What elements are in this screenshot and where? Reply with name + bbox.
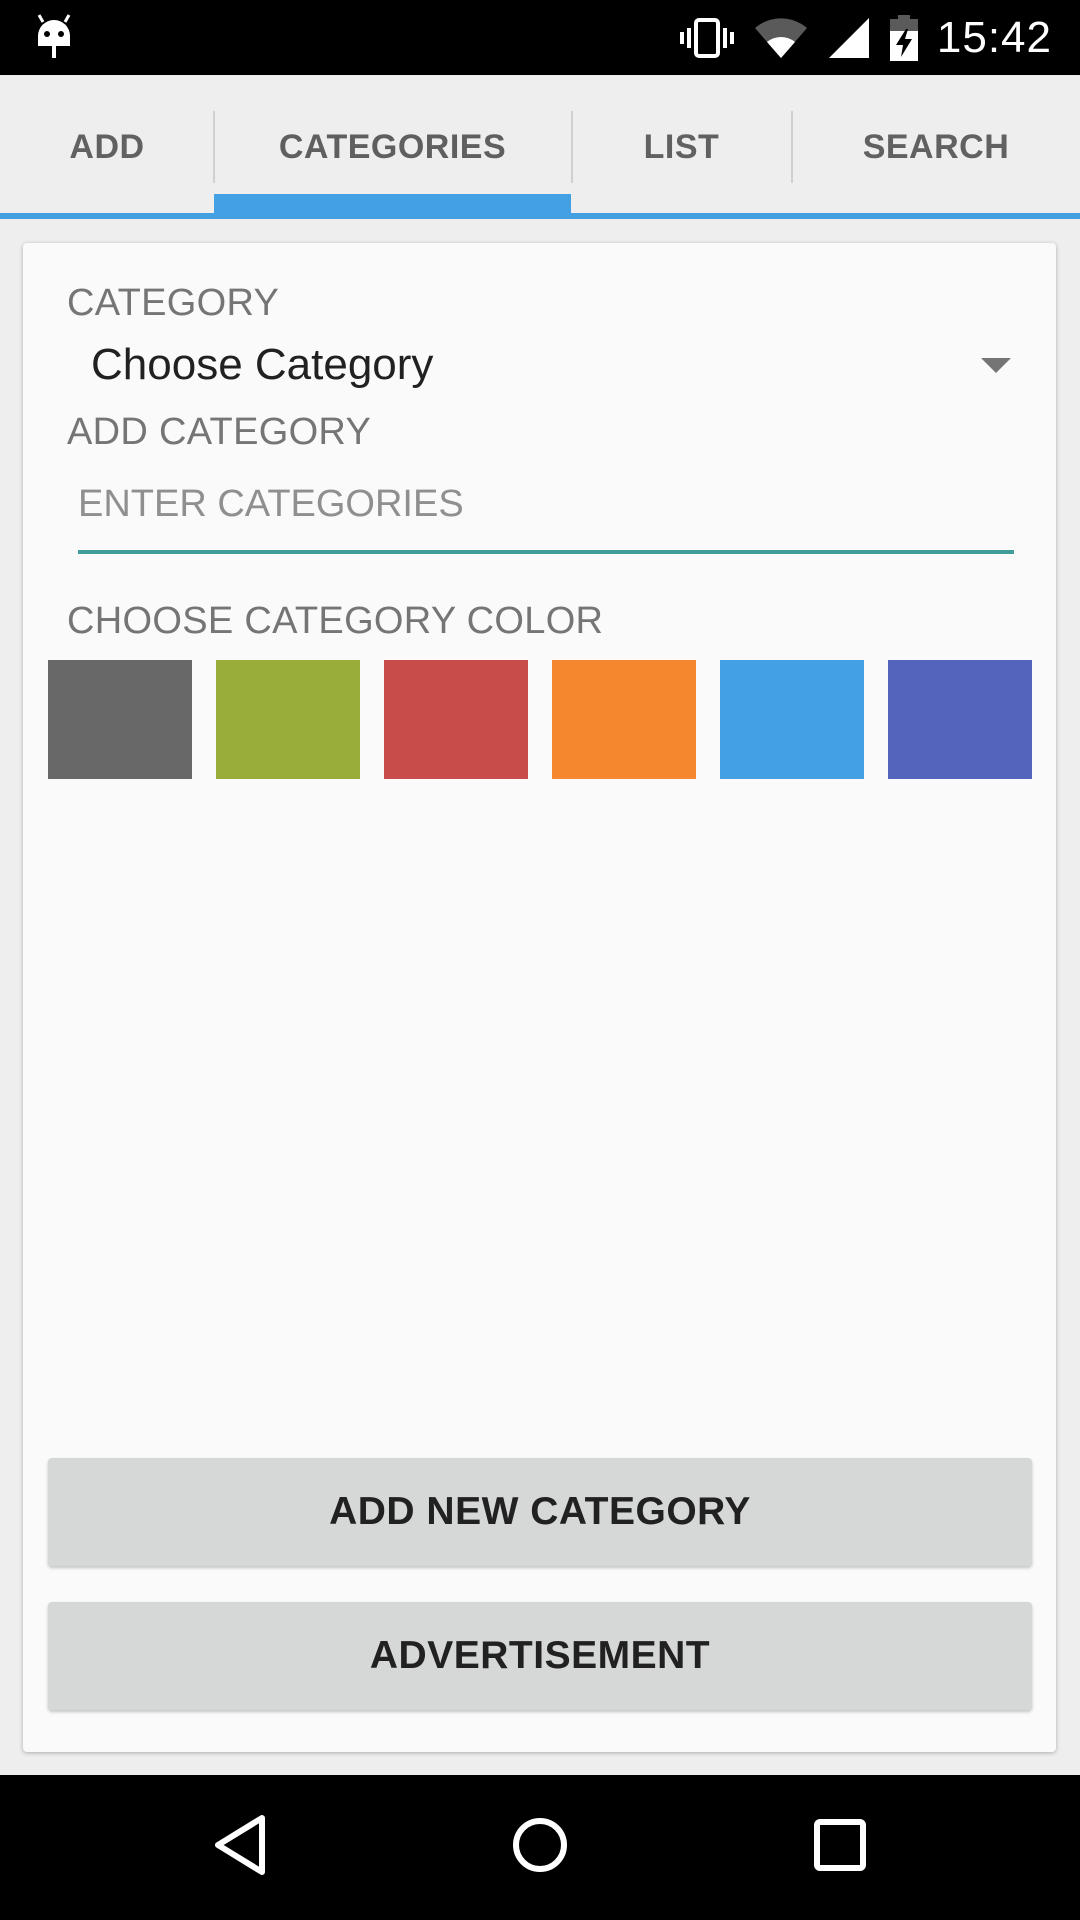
tab-bar-underline	[0, 213, 1080, 219]
color-label: CHOOSE CATEGORY COLOR	[67, 600, 604, 642]
color-swatch-blue[interactable]	[720, 660, 864, 779]
active-tab-indicator	[214, 194, 571, 213]
category-spinner-value: Choose Category	[91, 340, 434, 389]
category-label: CATEGORY	[67, 282, 280, 324]
android-debug-icon	[34, 12, 74, 62]
status-bar: 15:42	[0, 0, 1080, 75]
recents-icon	[812, 1817, 868, 1878]
vibrate-icon	[679, 16, 735, 60]
color-swatch-indigo[interactable]	[888, 660, 1032, 779]
home-icon	[510, 1815, 570, 1880]
tab-search[interactable]: SEARCH	[792, 75, 1080, 219]
wifi-icon	[753, 16, 809, 60]
home-button[interactable]	[440, 1775, 640, 1920]
tab-bar: ADD CATEGORIES LIST SEARCH	[0, 75, 1080, 219]
cell-signal-icon	[827, 16, 871, 60]
advertisement-button[interactable]: ADVERTISEMENT	[48, 1602, 1032, 1710]
back-icon	[210, 1814, 270, 1881]
tab-add[interactable]: ADD	[0, 75, 214, 219]
category-spinner[interactable]: Choose Category	[67, 325, 1017, 405]
color-swatches	[48, 660, 1033, 779]
dropdown-caret-icon	[981, 358, 1011, 373]
color-swatch-gray[interactable]	[48, 660, 192, 779]
tab-list[interactable]: LIST	[572, 75, 791, 219]
add-new-category-button[interactable]: ADD NEW CATEGORY	[48, 1458, 1032, 1566]
recents-button[interactable]	[740, 1775, 940, 1920]
back-button[interactable]	[140, 1775, 340, 1920]
color-swatch-orange[interactable]	[552, 660, 696, 779]
add-category-label: ADD CATEGORY	[67, 411, 372, 453]
navigation-bar	[0, 1775, 1080, 1920]
battery-charging-icon	[889, 14, 919, 61]
color-swatch-red[interactable]	[384, 660, 528, 779]
clock: 15:42	[936, 12, 1052, 62]
color-swatch-green[interactable]	[216, 660, 360, 779]
category-name-input[interactable]	[78, 470, 1014, 554]
